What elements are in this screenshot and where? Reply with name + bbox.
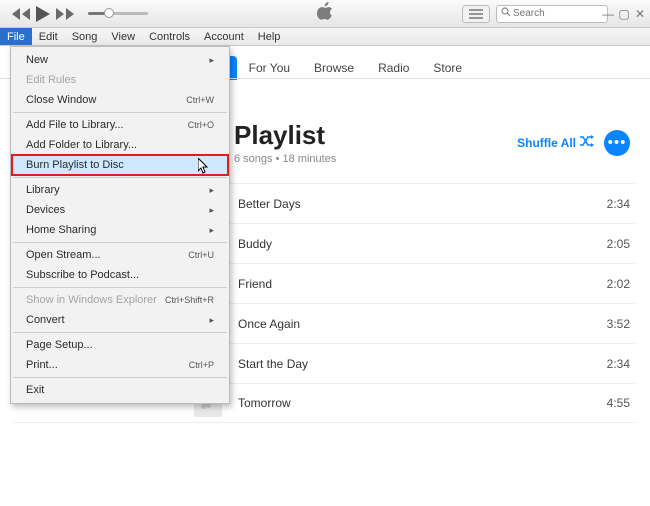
menu-item-shortcut: Ctrl+U bbox=[188, 250, 214, 260]
submenu-arrow-icon: ▸ bbox=[209, 205, 214, 216]
menu-view[interactable]: View bbox=[104, 28, 142, 45]
menu-item-burn-playlist-to-disc[interactable]: Burn Playlist to Disc bbox=[12, 155, 228, 175]
more-actions-button[interactable]: ••• bbox=[604, 130, 630, 156]
song-title: Buddy bbox=[238, 237, 586, 251]
menu-item-close-window[interactable]: Close Window Ctrl+W bbox=[12, 90, 228, 110]
menu-item-page-setup[interactable]: Page Setup... bbox=[12, 335, 228, 355]
menu-song[interactable]: Song bbox=[65, 28, 105, 45]
submenu-arrow-icon: ▸ bbox=[209, 315, 214, 326]
titlebar: — ▢ ✕ bbox=[0, 0, 650, 28]
menu-item-exit[interactable]: Exit bbox=[12, 380, 228, 400]
menu-item-label: Burn Playlist to Disc bbox=[26, 159, 124, 171]
menu-separator bbox=[13, 242, 227, 243]
song-duration: 2:02 bbox=[586, 277, 636, 291]
submenu-arrow-icon: ▸ bbox=[209, 55, 214, 66]
tab-browse[interactable]: Browse bbox=[302, 56, 366, 80]
menu-item-label: Open Stream... bbox=[26, 249, 101, 261]
menu-item-shortcut: Ctrl+Shift+R bbox=[165, 295, 214, 305]
tab-radio[interactable]: Radio bbox=[366, 56, 421, 80]
file-menu-dropdown: New ▸ Edit Rules Close Window Ctrl+W Add File… bbox=[10, 46, 230, 404]
nav-tabs: ary For You Browse Radio Store bbox=[200, 56, 474, 80]
menu-item-shortcut: Ctrl+O bbox=[188, 120, 214, 130]
ellipsis-icon: ••• bbox=[608, 134, 627, 151]
song-title: Once Again bbox=[238, 317, 586, 331]
menubar: File Edit Song View Controls Account Hel… bbox=[0, 28, 650, 46]
menu-item-label: Add File to Library... bbox=[26, 119, 124, 131]
tab-for-you[interactable]: For You bbox=[237, 56, 302, 80]
menu-account[interactable]: Account bbox=[197, 28, 251, 45]
close-button[interactable]: ✕ bbox=[634, 7, 646, 21]
menu-item-label: Page Setup... bbox=[26, 339, 93, 351]
menu-help[interactable]: Help bbox=[251, 28, 288, 45]
song-title: Tomorrow bbox=[238, 396, 586, 410]
menu-item-label: Edit Rules bbox=[26, 74, 76, 86]
menu-item-edit-rules: Edit Rules bbox=[12, 70, 228, 90]
apple-logo-icon bbox=[317, 2, 333, 25]
menu-item-add-file-to-library[interactable]: Add File to Library... Ctrl+O bbox=[12, 115, 228, 135]
menu-item-new[interactable]: New ▸ bbox=[12, 50, 228, 70]
menu-separator bbox=[13, 377, 227, 378]
maximize-button[interactable]: ▢ bbox=[618, 7, 630, 21]
next-track-button[interactable] bbox=[56, 8, 74, 20]
menu-separator bbox=[13, 177, 227, 178]
prev-track-button[interactable] bbox=[12, 8, 30, 20]
window-controls: — ▢ ✕ bbox=[602, 7, 646, 21]
menu-item-show-in-windows-explorer: Show in Windows Explorer Ctrl+Shift+R bbox=[12, 290, 228, 310]
menu-item-subscribe-to-podcast[interactable]: Subscribe to Podcast... bbox=[12, 265, 228, 285]
song-title: Friend bbox=[238, 277, 586, 291]
menu-item-label: Convert bbox=[26, 314, 65, 326]
list-view-button[interactable] bbox=[462, 5, 490, 23]
song-duration: 2:05 bbox=[586, 237, 636, 251]
menu-controls[interactable]: Controls bbox=[142, 28, 197, 45]
menu-item-label: Add Folder to Library... bbox=[26, 139, 137, 151]
submenu-arrow-icon: ▸ bbox=[209, 225, 214, 236]
menu-item-label: Devices bbox=[26, 204, 65, 216]
menu-separator bbox=[13, 332, 227, 333]
search-input[interactable] bbox=[496, 5, 608, 23]
submenu-arrow-icon: ▸ bbox=[209, 185, 214, 196]
menu-item-shortcut: Ctrl+P bbox=[189, 360, 214, 370]
playlist-subtitle: 6 songs • 18 minutes bbox=[234, 153, 336, 165]
shuffle-label: Shuffle All bbox=[517, 136, 576, 150]
volume-slider[interactable] bbox=[88, 12, 148, 15]
search-field[interactable] bbox=[513, 8, 603, 19]
menu-item-home-sharing[interactable]: Home Sharing ▸ bbox=[12, 220, 228, 240]
menu-item-devices[interactable]: Devices ▸ bbox=[12, 200, 228, 220]
tab-store[interactable]: Store bbox=[421, 56, 474, 80]
menu-item-add-folder-to-library[interactable]: Add Folder to Library... bbox=[12, 135, 228, 155]
menu-item-label: Subscribe to Podcast... bbox=[26, 269, 139, 281]
menu-item-label: Exit bbox=[26, 384, 44, 396]
menu-file[interactable]: File bbox=[0, 28, 32, 45]
menu-item-shortcut: Ctrl+W bbox=[186, 95, 214, 105]
menu-item-label: New bbox=[26, 54, 48, 66]
menu-separator bbox=[13, 112, 227, 113]
menu-item-label: Library bbox=[26, 184, 60, 196]
menu-item-open-stream[interactable]: Open Stream... Ctrl+U bbox=[12, 245, 228, 265]
song-duration: 3:52 bbox=[586, 317, 636, 331]
menu-item-label: Show in Windows Explorer bbox=[26, 294, 157, 306]
playback-controls bbox=[0, 6, 74, 22]
menu-separator bbox=[13, 287, 227, 288]
minimize-button[interactable]: — bbox=[602, 7, 614, 21]
song-duration: 4:55 bbox=[586, 396, 636, 410]
menu-item-library[interactable]: Library ▸ bbox=[12, 180, 228, 200]
menu-item-label: Home Sharing bbox=[26, 224, 96, 236]
menu-item-label: Print... bbox=[26, 359, 58, 371]
menu-edit[interactable]: Edit bbox=[32, 28, 65, 45]
shuffle-all-button[interactable]: Shuffle All bbox=[517, 135, 594, 150]
song-title: Better Days bbox=[238, 197, 586, 211]
song-duration: 2:34 bbox=[586, 197, 636, 211]
play-button[interactable] bbox=[36, 6, 50, 22]
search-icon bbox=[501, 7, 511, 20]
song-duration: 2:34 bbox=[586, 357, 636, 371]
shuffle-icon bbox=[580, 135, 594, 150]
menu-item-convert[interactable]: Convert ▸ bbox=[12, 310, 228, 330]
song-title: Start the Day bbox=[238, 357, 586, 371]
menu-item-print[interactable]: Print... Ctrl+P bbox=[12, 355, 228, 375]
cursor-icon bbox=[198, 158, 210, 177]
menu-item-label: Close Window bbox=[26, 94, 96, 106]
playlist-title: Playlist bbox=[234, 120, 336, 151]
